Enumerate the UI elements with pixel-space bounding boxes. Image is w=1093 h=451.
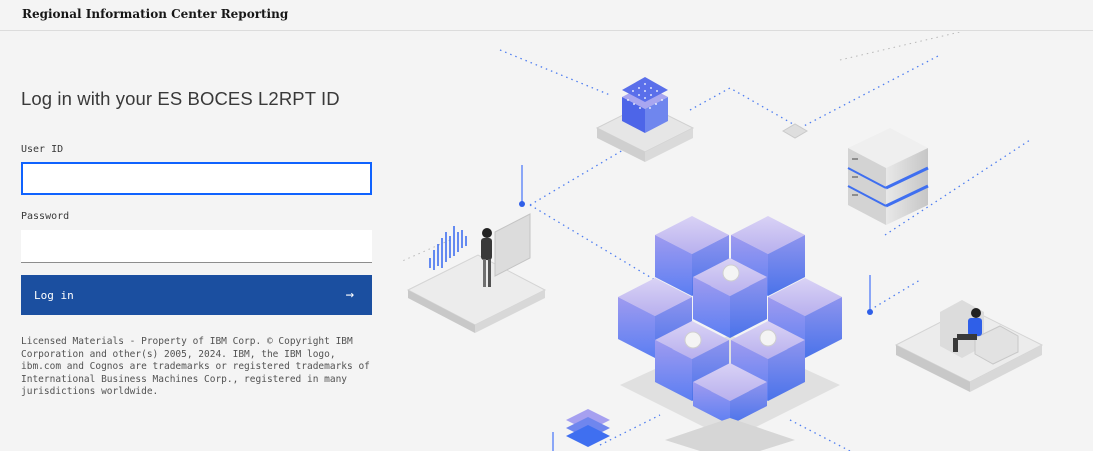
arrow-right-icon: → — [345, 287, 354, 303]
cube-cluster — [618, 216, 842, 451]
stacked-tiles — [566, 409, 610, 447]
password-input[interactable] — [21, 230, 372, 263]
login-button-label: Log in — [34, 288, 74, 302]
legal-notice: Licensed Materials - Property of IBM Cor… — [21, 336, 370, 397]
password-label: Password — [21, 211, 70, 222]
decorative-illustration — [399, 32, 1044, 451]
user-id-label: User ID — [21, 144, 64, 155]
chip-platform — [595, 77, 695, 162]
login-button[interactable]: Log in → — [21, 275, 372, 315]
login-heading: Log in with your ES BOCES L2RPT ID — [21, 88, 340, 109]
small-tile — [782, 123, 808, 139]
server-stack — [847, 128, 929, 225]
login-panel: Log in with your ES BOCES L2RPT ID User … — [21, 0, 373, 451]
user-id-input[interactable] — [21, 162, 372, 195]
analyst-platform — [406, 213, 547, 333]
laptop-user-platform — [894, 300, 1044, 392]
